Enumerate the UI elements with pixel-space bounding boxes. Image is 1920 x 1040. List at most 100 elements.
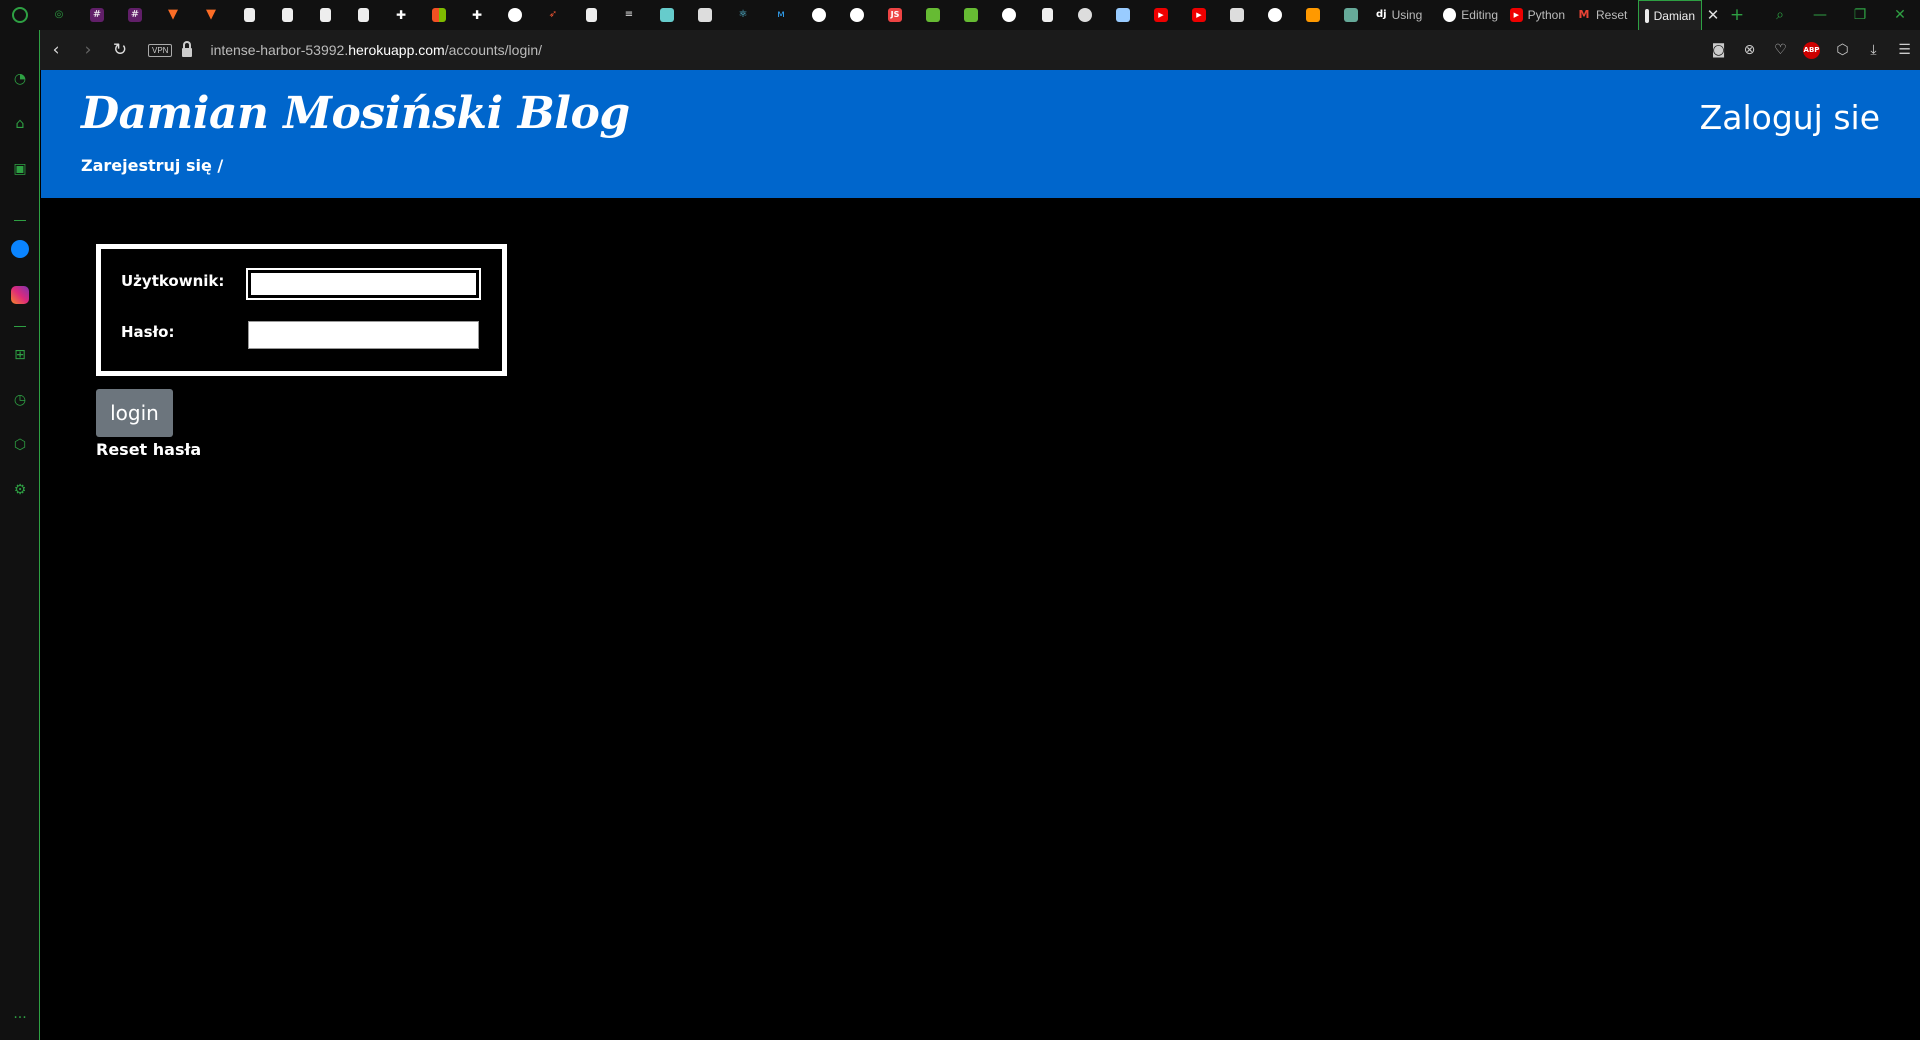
tab-python[interactable]: ▶ Python [1504,0,1571,30]
bookmark-button[interactable]: ♡ [1765,30,1796,70]
tab-orange[interactable] [1294,0,1332,30]
youtube-icon: ▶ [1192,8,1206,22]
tab-gitlab[interactable]: ▼ [154,0,192,30]
workspaces-button[interactable]: ⊞ [0,340,40,370]
url-field[interactable]: intense-harbor-53992.herokuapp.com/accou… [210,42,542,58]
tab-book[interactable] [1104,0,1142,30]
my-flow-button[interactable]: ⌂ [0,109,40,139]
tab-page-4[interactable] [344,0,382,30]
tab-slack-2[interactable]: # [116,0,154,30]
tab-microsoft[interactable] [420,0,458,30]
tab-chart-2[interactable] [952,0,990,30]
tab-gamepad[interactable]: ◎ [40,0,78,30]
login-heading[interactable]: Zaloguj sie [1700,98,1880,137]
new-tab-button[interactable]: + [1724,0,1750,30]
tab-github-5[interactable] [1256,0,1294,30]
tab-js[interactable]: JS [876,0,914,30]
url-domain: herokuapp.com [348,42,445,58]
close-tab-button[interactable]: ✕ [1702,0,1724,30]
tab-page-3[interactable] [306,0,344,30]
tab-react[interactable]: ⚛ [724,0,762,30]
tab-python-2[interactable]: ✚ [458,0,496,30]
twitch-button[interactable]: ▣ [0,154,40,184]
tab-github-4[interactable] [990,0,1028,30]
tab-stackoverflow[interactable]: ≡ [610,0,648,30]
tab-active[interactable]: Damian [1638,0,1702,30]
back-button[interactable]: ‹ [40,30,72,70]
tab-python[interactable]: ✚ [382,0,420,30]
adblock-button[interactable]: ABP [1803,41,1820,59]
downloads-button[interactable]: ⤓ [1858,30,1889,70]
image-icon [1344,8,1358,22]
snapshot-button[interactable]: ◙ [1703,30,1734,70]
code-icon [698,8,712,22]
tab-github[interactable] [496,0,534,30]
tab-using[interactable]: dj Using [1370,0,1437,30]
minimize-button[interactable]: — [1800,0,1840,30]
speed-dial-button[interactable]: ◔ [0,64,40,94]
tab-code-2[interactable]: ᴍ [762,0,800,30]
messenger-icon [11,240,29,258]
tab-page-2[interactable] [268,0,306,30]
github-icon [1002,8,1016,22]
close-icon: ✕ [1894,7,1906,23]
page-icon [585,8,597,22]
tab-globe[interactable] [1066,0,1104,30]
sidebar-more-button[interactable]: ··· [0,1003,40,1033]
gitlab-icon: ▼ [206,7,216,22]
tab-bookmark[interactable] [648,0,686,30]
chart-icon [926,8,940,22]
login-button[interactable]: login [96,389,173,437]
tab-youtube[interactable]: ▶ [1142,0,1180,30]
site-title[interactable]: Damian Mosiński Blog [81,88,630,139]
opera-logo-icon [12,7,28,23]
tab-bulb[interactable] [1218,0,1256,30]
tab-page-6[interactable] [1028,0,1066,30]
tab-youtube-2[interactable]: ▶ [1180,0,1218,30]
plus-icon: + [1729,5,1745,25]
window-controls: ⌕ — ❐ ✕ [1760,0,1920,30]
register-link[interactable]: Zarejestruj się / [81,156,223,175]
youtube-icon: ▶ [1154,8,1168,22]
password-input[interactable] [248,321,479,349]
easy-setup-button[interactable]: ☰ [1889,30,1920,70]
tab-reset[interactable]: M Reset [1571,0,1638,30]
messenger-button[interactable] [0,234,40,264]
history-button[interactable]: ◷ [0,385,40,415]
sidebar-divider [14,326,26,327]
reset-password-link[interactable]: Reset hasła [96,440,201,459]
cube-icon: ⬡ [13,437,27,453]
extensions-button[interactable]: ⬡ [1827,30,1858,70]
tab-slack[interactable]: # [78,0,116,30]
extensions-sidebar-button[interactable]: ⬡ [0,430,40,460]
restore-button[interactable]: ❐ [1840,0,1880,30]
tab-rocket[interactable]: ➶ [534,0,572,30]
tab-github-3[interactable] [838,0,876,30]
settings-button[interactable]: ⚙ [0,475,40,505]
gear-icon: ⚙ [13,482,27,498]
tab-chart[interactable] [914,0,952,30]
bag-icon: ⌂ [15,116,25,132]
opera-menu-button[interactable] [0,0,40,30]
tab-page-5[interactable] [572,0,610,30]
reload-button[interactable]: ↻ [104,30,136,70]
search-tabs-button[interactable]: ⌕ [1760,0,1800,30]
gitlab-icon: ▼ [168,7,178,22]
tab-editing[interactable]: Editing [1437,0,1504,30]
lock-icon[interactable] [182,40,193,57]
shield-x-icon: ⊗ [1743,42,1756,58]
close-window-button[interactable]: ✕ [1880,0,1920,30]
username-input[interactable] [246,268,481,300]
forward-button[interactable]: › [72,30,104,70]
tab-image[interactable] [1332,0,1370,30]
vpn-badge[interactable]: VPN [148,43,173,57]
instagram-button[interactable] [0,280,40,310]
tab-gitlab-2[interactable]: ▼ [192,0,230,30]
page-icon [243,8,255,22]
tab-label: Python [1527,8,1565,22]
tab-code[interactable] [686,0,724,30]
tracker-blocker-button[interactable]: ⊗ [1734,30,1765,70]
tab-page[interactable] [230,0,268,30]
heart-icon: ♡ [1774,42,1787,58]
tab-github-2[interactable] [800,0,838,30]
